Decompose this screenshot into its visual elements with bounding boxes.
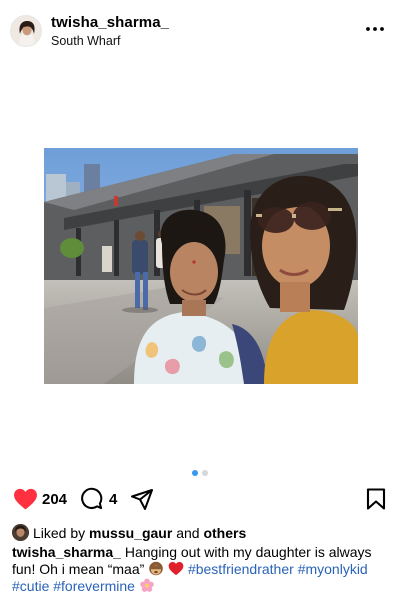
profile-avatar[interactable] [10,15,42,47]
carousel-dot-active [192,470,198,476]
cherry-blossom-emoji-icon [139,578,155,593]
liker-avatar[interactable] [12,524,29,541]
carousel-dot [202,470,208,476]
like-count[interactable]: 204 [42,491,67,508]
liked-by-prefix: Liked by [33,525,86,541]
liked-by-connector: and [176,525,200,541]
action-bar: 204 4 [0,484,395,516]
post-username[interactable]: twisha_sharma_ [51,14,169,31]
caption-username[interactable]: twisha_sharma_ [12,544,121,560]
comment-icon[interactable] [80,487,103,510]
more-horizontal-icon[interactable] [363,19,387,39]
liked-by-others[interactable]: others [203,525,246,541]
hashtag-link[interactable]: #myonlykid [298,561,368,577]
hashtag-link[interactable]: #forevermine [53,578,135,594]
bookmark-icon[interactable] [366,488,386,510]
comment-count[interactable]: 4 [109,491,117,508]
hashtag-link[interactable]: #cutie [12,578,49,594]
hashtag-link[interactable]: #bestfriendrather [188,561,294,577]
post-header: twisha_sharma_ South Wharf [0,0,395,62]
post-caption: twisha_sharma_ Hanging out with my daugh… [12,544,392,595]
carousel-indicator [0,470,395,478]
red-heart-emoji-icon [168,561,184,576]
monkey-emoji-icon [148,561,164,576]
avatar-image [11,16,41,46]
selfie-photo-image [44,148,358,384]
post-location[interactable]: South Wharf [51,34,120,48]
post-photo[interactable] [44,148,358,384]
share-send-icon[interactable] [130,487,154,511]
liked-by-text: Liked by mussu_gaur and others [33,525,246,541]
liked-by-user[interactable]: mussu_gaur [89,525,172,541]
heart-filled-icon[interactable] [13,487,38,511]
